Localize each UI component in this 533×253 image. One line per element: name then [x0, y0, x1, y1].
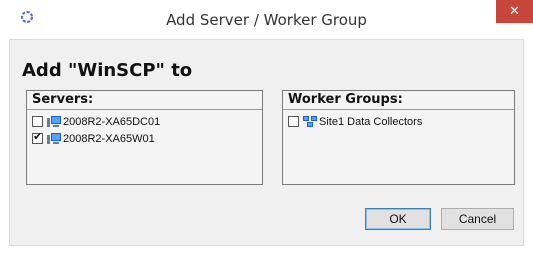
- title-bar[interactable]: Add Server / Worker Group ✕: [0, 0, 533, 39]
- server-label: 2008R2-XA65DC01: [63, 115, 161, 128]
- window-title: Add Server / Worker Group: [166, 11, 367, 29]
- server-item[interactable]: ✔ 2008R2-XA65W01: [32, 130, 260, 147]
- servers-header: Servers:: [27, 91, 262, 110]
- server-checkbox-checked[interactable]: ✔: [32, 130, 43, 144]
- close-icon: ✕: [509, 4, 520, 19]
- cancel-button[interactable]: Cancel: [441, 208, 514, 230]
- servers-group: Servers: 2008R2-XA65DC01 ✔ 2008R2-XA65W0…: [26, 90, 263, 185]
- add-server-worker-group-dialog: Add Server / Worker Group ✕ Add "WinSCP"…: [0, 0, 533, 253]
- server-icon: [47, 132, 61, 144]
- close-button[interactable]: ✕: [496, 0, 533, 23]
- servers-list[interactable]: 2008R2-XA65DC01 ✔ 2008R2-XA65W01: [32, 113, 260, 147]
- checkmark-icon: ✔: [33, 130, 43, 143]
- dialog-heading: Add "WinSCP" to: [22, 60, 193, 81]
- worker-groups-list[interactable]: Site1 Data Collectors: [288, 113, 512, 130]
- worker-groups-header: Worker Groups:: [283, 91, 514, 110]
- server-label: 2008R2-XA65W01: [63, 132, 155, 145]
- server-checkbox[interactable]: [32, 116, 43, 127]
- server-item[interactable]: 2008R2-XA65DC01: [32, 113, 260, 130]
- server-icon: [47, 115, 61, 127]
- worker-group-item[interactable]: Site1 Data Collectors: [288, 113, 512, 130]
- worker-group-label: Site1 Data Collectors: [319, 115, 423, 128]
- ok-button[interactable]: OK: [365, 208, 431, 230]
- worker-group-icon: [303, 115, 317, 127]
- worker-groups-group: Worker Groups: Site1 Data Collectors: [282, 90, 515, 185]
- worker-group-checkbox[interactable]: [288, 116, 299, 127]
